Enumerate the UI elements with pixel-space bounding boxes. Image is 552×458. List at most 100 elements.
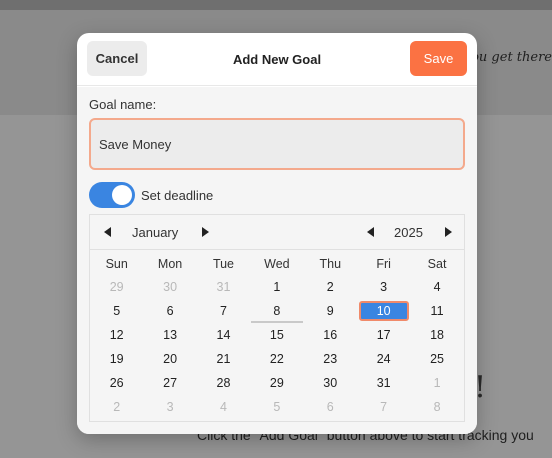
calendar-day-label: 13 [163, 328, 178, 342]
calendar-day[interactable]: 9 [304, 299, 357, 323]
calendar-day[interactable]: 14 [197, 323, 250, 347]
prev-year-icon[interactable] [367, 227, 374, 237]
calendar-day[interactable]: 3 [143, 395, 196, 419]
calendar-day[interactable]: 13 [143, 323, 196, 347]
calendar-day-label: 29 [269, 376, 284, 390]
calendar-day-label: 14 [216, 328, 231, 342]
calendar-day-label: 3 [380, 280, 388, 294]
background-topbar [0, 0, 552, 10]
next-month-icon[interactable] [202, 227, 209, 237]
calendar-day[interactable]: 11 [410, 299, 463, 323]
calendar-day[interactable]: 18 [410, 323, 463, 347]
modal-body: Goal name: Set deadline January 2025 Sun… [77, 87, 477, 434]
calendar-day[interactable]: 21 [197, 347, 250, 371]
calendar-day-label: 17 [376, 328, 391, 342]
calendar-day[interactable]: 5 [90, 299, 143, 323]
calendar-day[interactable]: 30 [304, 371, 357, 395]
calendar-day-label: 2 [326, 280, 334, 294]
calendar-day-label: 6 [326, 400, 334, 414]
calendar-day-label: 26 [109, 376, 124, 390]
month-label: January [132, 225, 179, 240]
calendar-day-label: 20 [163, 352, 178, 366]
calendar-day[interactable]: 16 [304, 323, 357, 347]
calendar-day-selected[interactable]: 10 [357, 299, 410, 323]
deadline-toggle-label: Set deadline [141, 188, 214, 203]
calendar-day-label: 8 [433, 400, 441, 414]
calendar-day[interactable]: 6 [304, 395, 357, 419]
calendar-day-label: 22 [269, 352, 284, 366]
calendar-day[interactable]: 23 [304, 347, 357, 371]
calendar-day-label: 1 [273, 280, 281, 294]
calendar-day-label: 11 [430, 304, 444, 318]
calendar-day-label: 4 [433, 280, 441, 294]
calendar-day[interactable]: 17 [357, 323, 410, 347]
calendar-day[interactable]: 4 [197, 395, 250, 419]
calendar-day[interactable]: 4 [410, 275, 463, 299]
calendar-day-label: 7 [220, 304, 227, 318]
calendar-day[interactable]: 1 [410, 371, 463, 395]
calendar-day-label: 9 [326, 304, 334, 318]
calendar-day[interactable]: 29 [250, 371, 303, 395]
calendar-day[interactable]: 22 [250, 347, 303, 371]
weekday-header: Tue [212, 257, 235, 271]
calendar-day[interactable]: 2 [90, 395, 143, 419]
weekday-header: Fri [376, 257, 391, 271]
cancel-button[interactable]: Cancel [87, 41, 147, 76]
goal-name-label: Goal name: [89, 97, 157, 112]
next-year-icon[interactable] [445, 227, 452, 237]
calendar-day-label: 16 [323, 328, 338, 342]
save-button[interactable]: Save [410, 41, 467, 76]
calendar-day[interactable]: 12 [90, 323, 143, 347]
goal-name-input[interactable] [89, 118, 465, 170]
calendar-day[interactable]: 8 [410, 395, 463, 419]
calendar-day[interactable]: 7 [357, 395, 410, 419]
calendar-day[interactable]: 2 [304, 275, 357, 299]
calendar-day-label: 1 [433, 376, 441, 390]
calendar-day[interactable]: 26 [90, 371, 143, 395]
calendar-day-label: 3 [166, 400, 174, 414]
calendar-day[interactable]: 28 [197, 371, 250, 395]
calendar-day-label: 31 [216, 280, 231, 294]
calendar-day[interactable]: 3 [357, 275, 410, 299]
calendar-day[interactable]: 31 [197, 275, 250, 299]
calendar-day-label: 12 [109, 328, 124, 342]
prev-month-icon[interactable] [104, 227, 111, 237]
modal-header: Add New Goal Cancel Save [77, 33, 477, 86]
weekday-header: Mon [157, 257, 183, 271]
calendar-day[interactable]: 5 [250, 395, 303, 419]
calendar-day[interactable]: 1 [250, 275, 303, 299]
calendar-day-label: 31 [376, 376, 391, 390]
calendar-day-label: 6 [166, 304, 174, 318]
weekday-header: Thu [319, 257, 342, 271]
calendar-day[interactable]: 19 [90, 347, 143, 371]
calendar-day[interactable]: 15 [250, 323, 303, 347]
calendar-day[interactable]: 8 [250, 299, 303, 323]
calendar-day[interactable]: 30 [143, 275, 196, 299]
calendar-day[interactable]: 6 [143, 299, 196, 323]
calendar-day[interactable]: 24 [357, 347, 410, 371]
deadline-toggle[interactable] [89, 182, 135, 208]
calendar-day-label: 30 [163, 280, 178, 294]
calendar-day-label: 7 [380, 400, 388, 414]
weekday-header: Sat [427, 257, 447, 271]
calendar-day-label: 28 [216, 376, 231, 390]
calendar-day-label: 21 [216, 352, 231, 366]
calendar-day-label: 18 [430, 328, 444, 342]
calendar-day-label: 10 [358, 301, 409, 321]
calendar-nav: January 2025 [90, 215, 464, 250]
calendar-day-label: 2 [113, 400, 121, 414]
calendar-day[interactable]: 7 [197, 299, 250, 323]
calendar-day-label: 4 [220, 400, 227, 414]
calendar-day[interactable]: 27 [143, 371, 196, 395]
date-picker: January 2025 Sun Mon Tue Wed Thu Fri Sat 29 30 31… [89, 214, 465, 422]
calendar-day-label: 15 [269, 328, 284, 342]
calendar-day[interactable]: 20 [143, 347, 196, 371]
calendar-day[interactable]: 31 [357, 371, 410, 395]
calendar-day-label: 5 [273, 400, 281, 414]
calendar-day[interactable]: 25 [410, 347, 463, 371]
calendar-day-label: 30 [323, 376, 338, 390]
calendar-day-label: 19 [109, 352, 124, 366]
calendar-day-label: 25 [430, 352, 444, 366]
calendar-day[interactable]: 29 [90, 275, 143, 299]
toggle-knob [112, 185, 132, 205]
